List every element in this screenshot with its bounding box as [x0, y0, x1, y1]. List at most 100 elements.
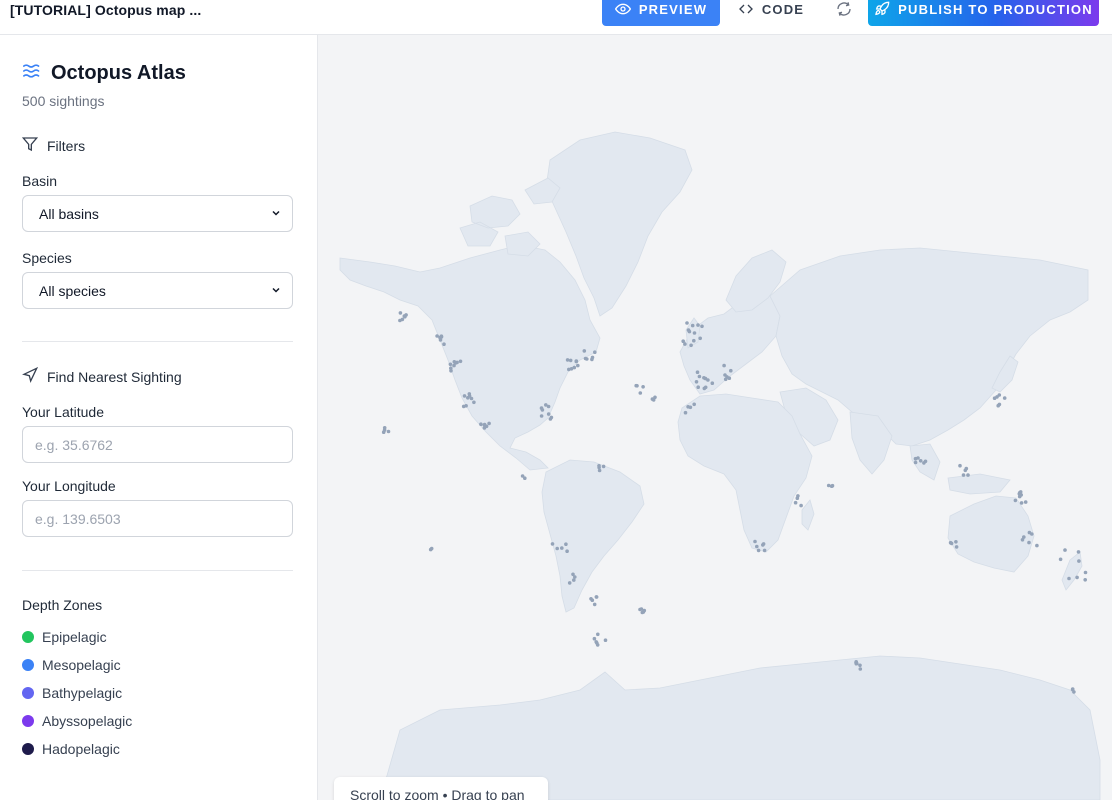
sighting-marker[interactable] — [913, 456, 918, 461]
sighting-marker[interactable] — [1027, 540, 1031, 545]
sighting-marker[interactable] — [1018, 490, 1022, 495]
sighting-marker[interactable] — [685, 321, 689, 325]
sighting-marker[interactable] — [520, 474, 525, 478]
sighting-marker[interactable] — [582, 349, 587, 353]
sighting-marker[interactable] — [593, 350, 597, 355]
sighting-marker[interactable] — [601, 464, 606, 469]
sighting-marker[interactable] — [381, 430, 386, 435]
sighting-marker[interactable] — [1063, 548, 1067, 552]
sighting-marker[interactable] — [487, 421, 491, 426]
sighting-marker[interactable] — [710, 381, 715, 386]
sighting-marker[interactable] — [826, 483, 831, 488]
sighting-marker[interactable] — [686, 405, 690, 409]
sighting-marker[interactable] — [697, 374, 702, 379]
publish-button[interactable]: PUBLISH TO PRODUCTION — [868, 0, 1099, 26]
sighting-marker[interactable] — [706, 378, 710, 382]
sighting-marker[interactable] — [954, 540, 958, 544]
sighting-marker[interactable] — [692, 402, 696, 407]
sighting-marker[interactable] — [482, 426, 487, 430]
sighting-marker[interactable] — [1076, 550, 1081, 554]
sighting-marker[interactable] — [435, 334, 439, 338]
sighting-marker[interactable] — [958, 463, 962, 468]
sighting-marker[interactable] — [453, 361, 458, 365]
sighting-marker[interactable] — [549, 415, 554, 420]
sighting-marker[interactable] — [479, 422, 483, 427]
sighting-marker[interactable] — [448, 362, 453, 367]
sighting-marker[interactable] — [829, 484, 834, 489]
sighting-marker[interactable] — [576, 363, 580, 368]
sighting-marker[interactable] — [1075, 575, 1079, 580]
sighting-marker[interactable] — [550, 542, 555, 546]
sighting-marker[interactable] — [1022, 535, 1026, 539]
longitude-input[interactable] — [22, 500, 293, 537]
sighting-marker[interactable] — [560, 546, 564, 550]
sighting-marker[interactable] — [690, 323, 695, 328]
sighting-marker[interactable] — [692, 331, 697, 335]
sighting-marker[interactable] — [913, 460, 918, 465]
sighting-marker[interactable] — [638, 391, 643, 395]
sighting-marker[interactable] — [572, 365, 577, 370]
sighting-marker[interactable] — [404, 313, 408, 317]
sighting-marker[interactable] — [592, 602, 597, 607]
sighting-marker[interactable] — [469, 396, 474, 401]
sighting-marker[interactable] — [961, 473, 966, 477]
sighting-marker[interactable] — [1067, 576, 1071, 581]
sighting-marker[interactable] — [696, 323, 700, 327]
sighting-marker[interactable] — [761, 542, 766, 546]
sighting-marker[interactable] — [683, 342, 687, 346]
sighting-marker[interactable] — [966, 473, 970, 477]
sighting-marker[interactable] — [539, 414, 544, 418]
sighting-marker[interactable] — [858, 663, 862, 668]
sighting-marker[interactable] — [565, 358, 570, 362]
sighting-marker[interactable] — [638, 607, 642, 612]
sighting-marker[interactable] — [382, 426, 387, 430]
sighting-marker[interactable] — [694, 380, 699, 384]
sighting-marker[interactable] — [695, 370, 700, 375]
sighting-marker[interactable] — [438, 338, 443, 342]
sighting-marker[interactable] — [634, 383, 638, 388]
sighting-marker[interactable] — [1077, 559, 1081, 563]
sighting-marker[interactable] — [585, 357, 589, 361]
sighting-marker[interactable] — [1083, 578, 1087, 582]
sighting-marker[interactable] — [992, 396, 997, 401]
sighting-marker[interactable] — [692, 338, 696, 343]
sighting-marker[interactable] — [996, 403, 1000, 408]
basin-select[interactable]: All basins — [22, 195, 293, 232]
sighting-marker[interactable] — [574, 359, 579, 364]
sighting-marker[interactable] — [954, 545, 959, 549]
world-map[interactable]: Scroll to zoom • Drag to pan — [318, 35, 1112, 800]
sighting-marker[interactable] — [546, 412, 551, 416]
sighting-marker[interactable] — [725, 375, 729, 379]
sighting-marker[interactable] — [1035, 543, 1039, 548]
sighting-marker[interactable] — [855, 661, 859, 666]
sighting-marker[interactable] — [755, 544, 759, 549]
sighting-marker[interactable] — [700, 324, 704, 329]
sighting-marker[interactable] — [544, 403, 548, 407]
sighting-marker[interactable] — [572, 578, 576, 582]
sighting-marker[interactable] — [762, 548, 767, 553]
sighting-marker[interactable] — [799, 503, 803, 508]
sighting-marker[interactable] — [1019, 501, 1024, 505]
sighting-marker[interactable] — [400, 317, 405, 322]
sighting-marker[interactable] — [386, 429, 391, 434]
sighting-marker[interactable] — [398, 311, 403, 315]
sighting-marker[interactable] — [753, 539, 757, 544]
sighting-marker[interactable] — [1030, 532, 1034, 536]
sighting-marker[interactable] — [729, 368, 733, 373]
sighting-marker[interactable] — [949, 541, 954, 546]
sighting-marker[interactable] — [650, 397, 655, 401]
sighting-marker[interactable] — [641, 610, 646, 614]
sighting-marker[interactable] — [702, 386, 707, 391]
sighting-marker[interactable] — [603, 638, 608, 642]
sighting-marker[interactable] — [482, 422, 487, 427]
sighting-marker[interactable] — [571, 572, 575, 577]
refresh-button[interactable] — [828, 0, 860, 26]
sighting-marker[interactable] — [597, 468, 602, 473]
sighting-marker[interactable] — [564, 542, 568, 546]
sighting-marker[interactable] — [568, 358, 573, 363]
sighting-marker[interactable] — [590, 598, 595, 602]
sighting-marker[interactable] — [555, 546, 559, 551]
preview-button[interactable]: PREVIEW — [602, 0, 720, 26]
sighting-marker[interactable] — [590, 357, 594, 362]
sighting-marker[interactable] — [442, 342, 446, 347]
